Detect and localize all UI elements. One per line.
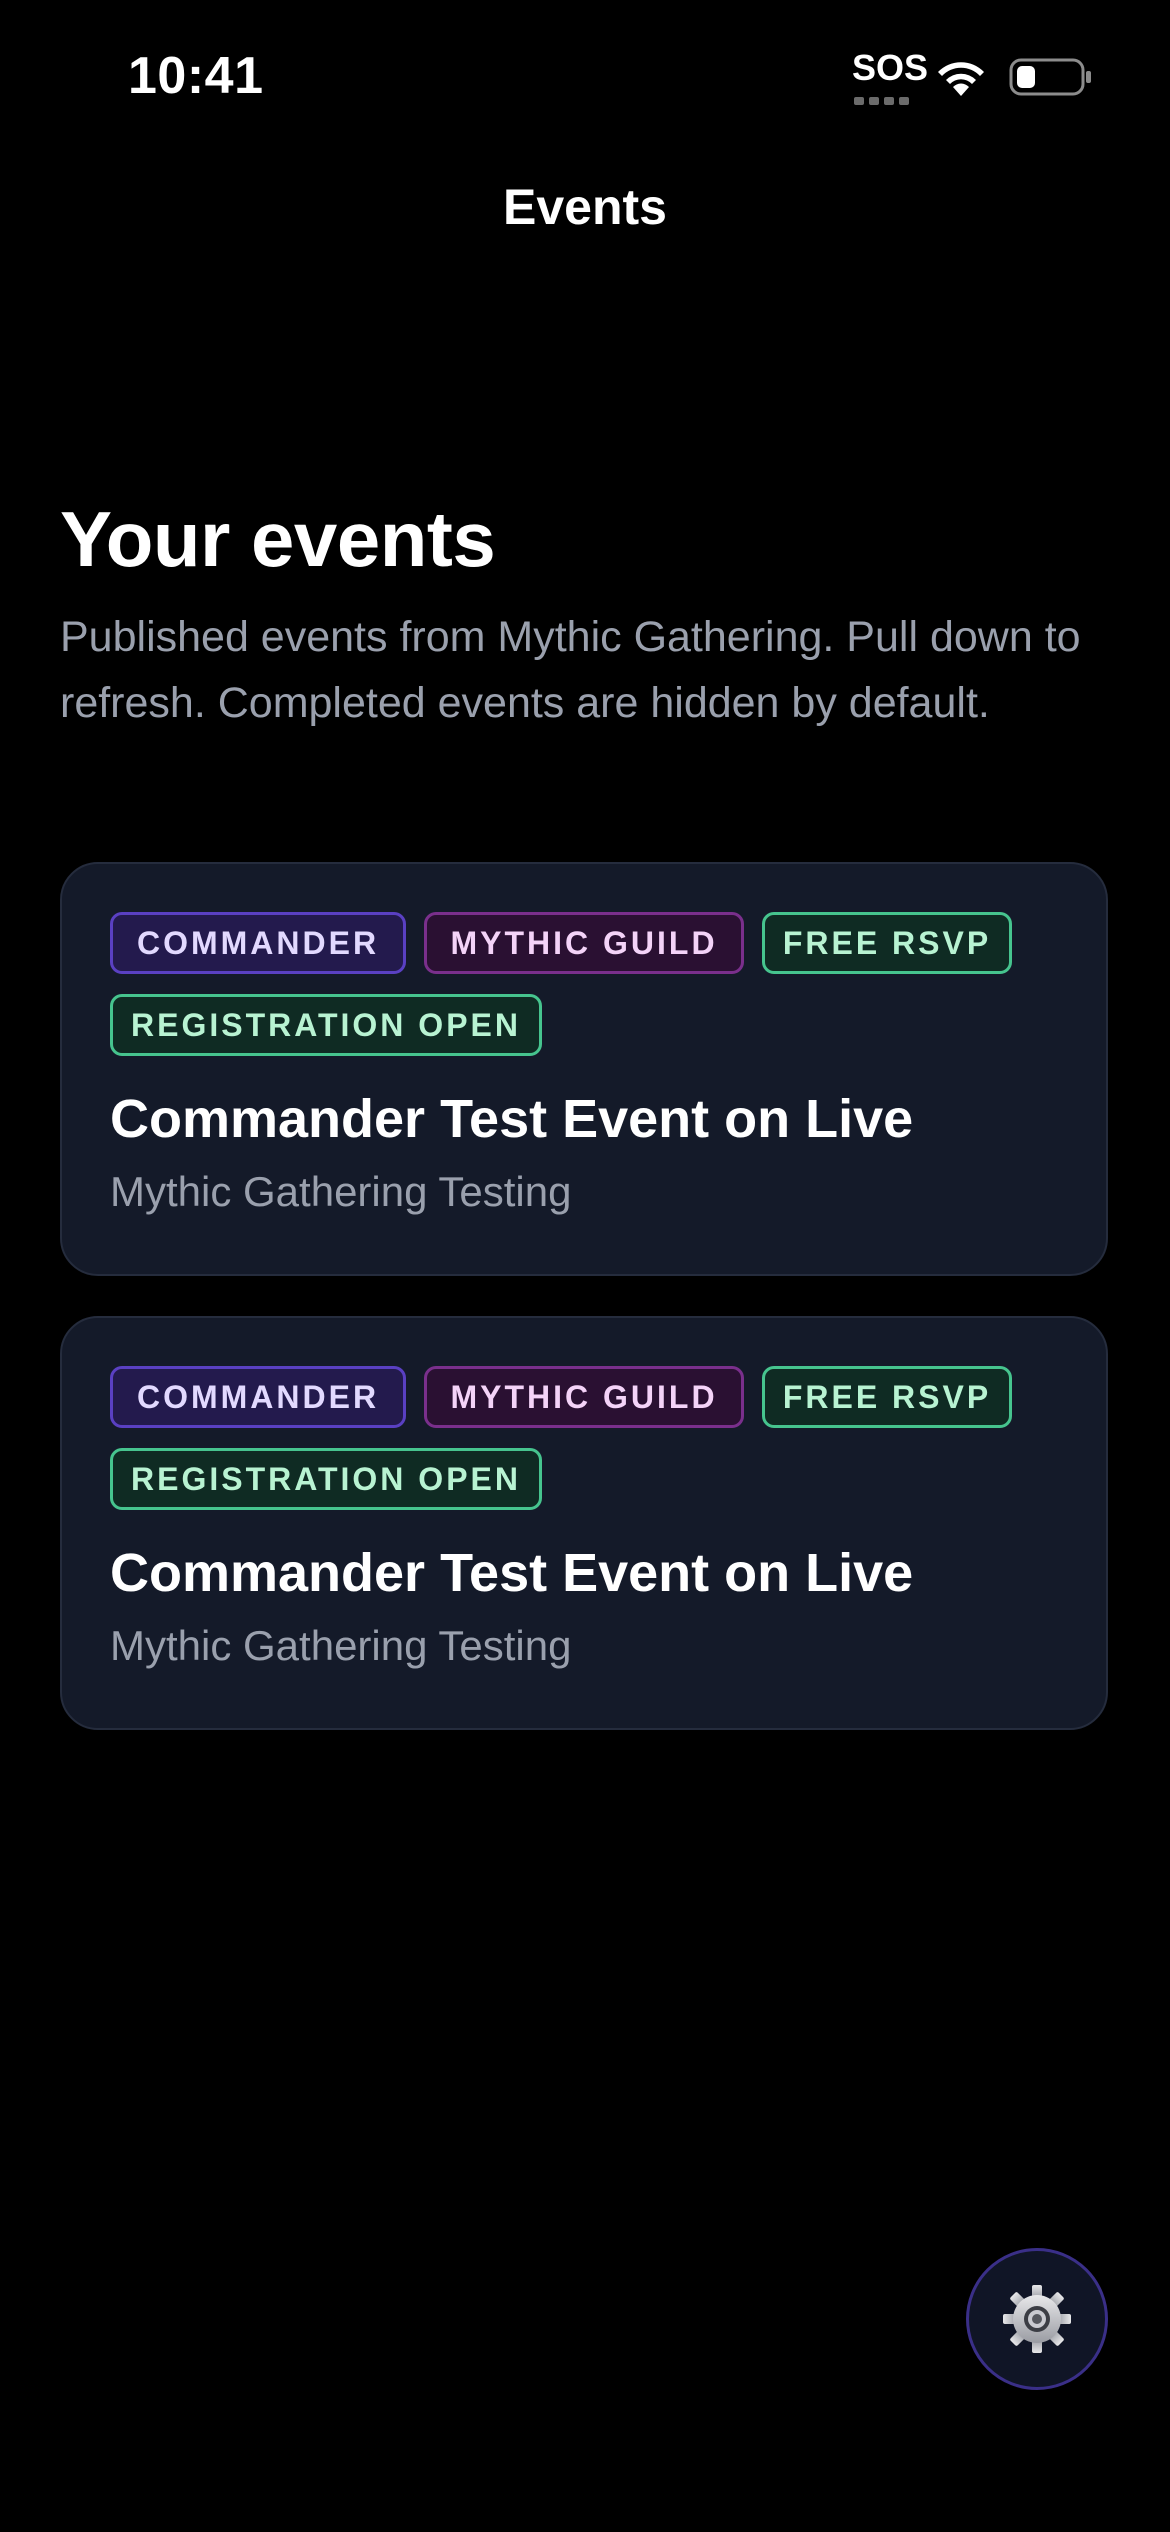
event-title: Commander Test Event on Live [110,1543,914,1603]
tag-free-rsvp: FREE RSVP [762,1366,1012,1428]
signal-dots [854,92,916,105]
tag-registration-open: REGISTRATION OPEN [110,1448,542,1510]
tag-commander: COMMANDER [110,1366,406,1428]
status-bar: 10:41 SOS [0,0,1170,150]
nav-title: Events [503,179,667,235]
event-title: Commander Test Event on Live [110,1089,914,1149]
tag-commander: COMMANDER [110,912,406,974]
tag-registration-open: REGISTRATION OPEN [110,994,542,1056]
event-organizer: Mythic Gathering Testing [110,1168,572,1215]
page-title: Your events [60,495,496,583]
tag-mythic-guild: MYTHIC GUILD [424,912,744,974]
gear-icon [1003,2285,1071,2353]
event-organizer: Mythic Gathering Testing [110,1622,572,1669]
event-card[interactable]: COMMANDER MYTHIC GUILD FREE RSVP REGISTR… [60,1316,1108,1730]
battery-icon [1009,58,1091,96]
tag-mythic-guild: MYTHIC GUILD [424,1366,744,1428]
status-time: 10:41 [128,47,264,105]
wifi-icon [938,62,984,96]
sos-indicator: SOS [852,47,929,88]
tag-free-rsvp: FREE RSVP [762,912,1012,974]
settings-button[interactable] [966,2248,1108,2390]
page-description: Published events from Mythic Gathering. … [60,613,1081,727]
event-card[interactable]: COMMANDER MYTHIC GUILD FREE RSVP REGISTR… [60,862,1108,1276]
